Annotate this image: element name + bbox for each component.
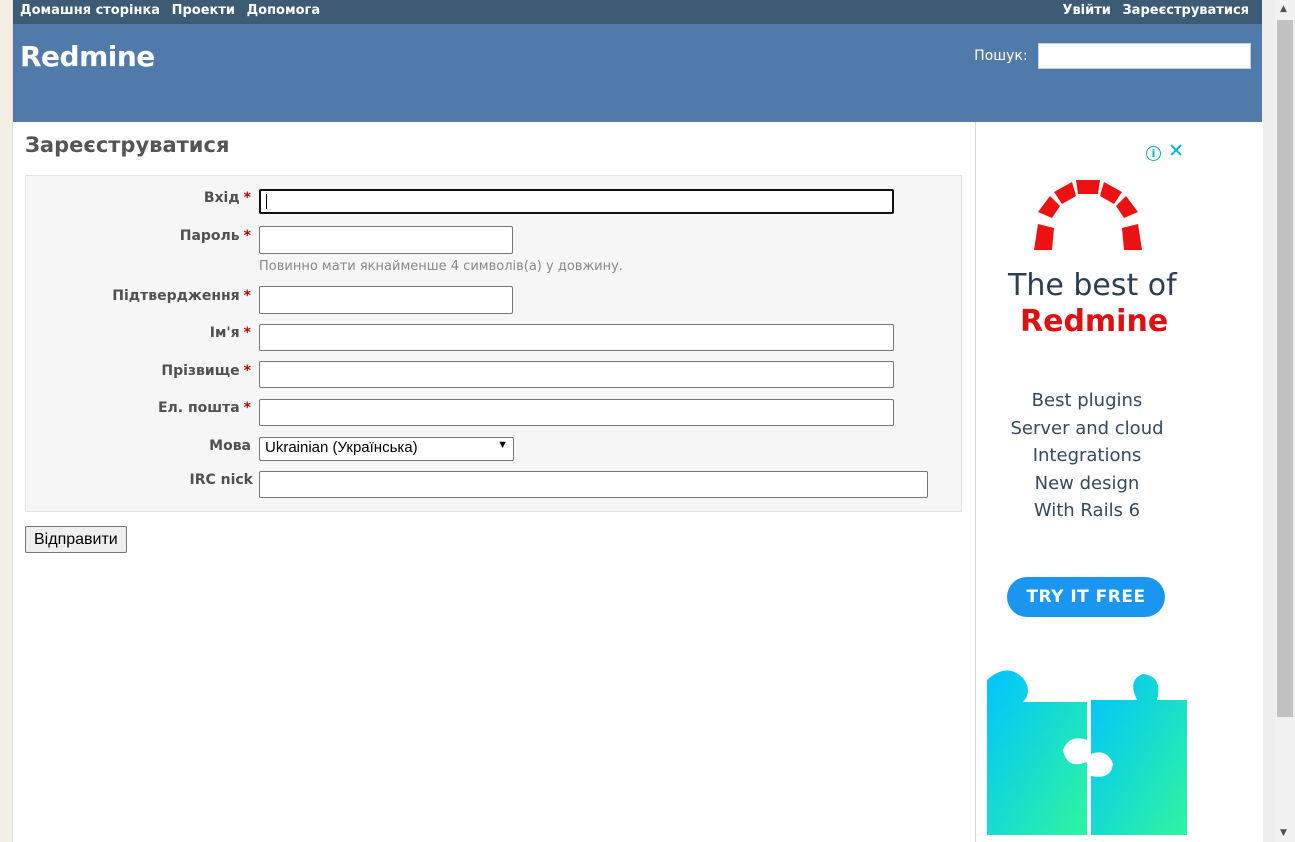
password-label: Пароль * [179,228,251,244]
confirmation-field[interactable] [259,286,513,314]
password-field[interactable] [259,226,513,254]
scroll-down-icon[interactable]: ▼ [1280,828,1287,838]
search-input[interactable] [1038,43,1251,69]
submit-button[interactable]: Відправити [25,526,127,553]
language-label: Мова [209,438,251,454]
menu-projects-link[interactable]: Проекти [172,3,235,18]
irc-label: IRC nick [189,472,253,488]
ad-feature-item: With Rails 6 [1033,500,1141,521]
header: Redmine Пошук: [13,24,1262,122]
close-icon[interactable]: ✕ [1168,140,1184,162]
chevron-down-icon: ▼ [497,439,508,451]
ad-feature-item: Integrations [1032,445,1142,466]
page-title: Зареєструватися [25,133,230,157]
sidebar-ad: i ✕ The best of Redmine Best plugins Ser… [975,122,1263,842]
vertical-scrollbar[interactable]: ▲ ▼ [1275,0,1295,842]
redmine-logo-icon [1034,180,1142,250]
scrollbar-thumb[interactable] [1277,20,1293,717]
top-menu: Домашня сторінка Проекти Допомога Увійти… [13,0,1262,24]
ad-feature-item: Best plugins [1031,390,1143,411]
language-selected-value: Ukrainian (Українська) [265,439,418,456]
info-icon[interactable]: i [1146,146,1161,161]
registration-form-box: Вхід * Пароль * Повинно мати якнайменше 4 … [25,175,962,512]
register-link[interactable]: Зареєструватися [1122,3,1249,18]
confirmation-label: Підтвердження * [112,288,251,304]
required-mark: * [243,228,251,244]
top-menu-right: Увійти Зареєструватися [1055,3,1249,18]
required-mark: * [243,325,251,341]
menu-help-link[interactable]: Допомога [247,3,321,18]
lastname-field[interactable] [259,361,894,388]
ad-feature-item: Server and cloud [1010,417,1164,439]
try-it-free-button[interactable]: TRY IT FREE [1007,577,1165,617]
irc-field[interactable] [259,471,928,498]
firstname-label: Ім'я * [209,325,251,341]
quick-search: Пошук: [974,43,1251,69]
ad-title-line1: The best of [1008,268,1177,303]
scroll-up-icon[interactable]: ▲ [1280,4,1287,14]
firstname-field[interactable] [259,324,894,351]
lastname-label: Прізвище * [161,363,251,379]
required-mark: * [243,363,251,379]
required-mark: * [243,190,251,206]
search-label: Пошук: [974,48,1028,64]
email-field[interactable] [259,399,894,426]
ad-feature-list: Best plugins Server and cloud Integratio… [976,387,1198,525]
site-title: Redmine [20,40,155,73]
login-link[interactable]: Увійти [1062,3,1110,18]
top-menu-left: Домашня сторінка Проекти Допомога [20,3,327,18]
page-left-background [0,0,13,842]
login-label: Вхід * [203,190,251,206]
language-select[interactable]: Ukrainian (Українська) ▼ [259,437,514,461]
required-mark: * [243,400,251,416]
password-hint: Повинно мати якнайменше 4 символів(а) у … [259,259,623,274]
menu-home-link[interactable]: Домашня сторінка [20,3,160,18]
login-field[interactable] [259,189,894,214]
puzzle-icon [987,670,1187,835]
page-wrapper: Домашня сторінка Проекти Допомога Увійти… [13,0,1263,842]
email-label: Ел. пошта * [157,400,251,416]
required-mark: * [243,288,251,304]
main-content: Зареєструватися Вхід * Пароль * Повинно ма… [13,122,975,842]
ad-feature-item: New design [1034,472,1140,494]
ad-title-line2: Redmine [1020,304,1169,339]
ad-info-close-icons[interactable]: i ✕ [1146,140,1184,162]
